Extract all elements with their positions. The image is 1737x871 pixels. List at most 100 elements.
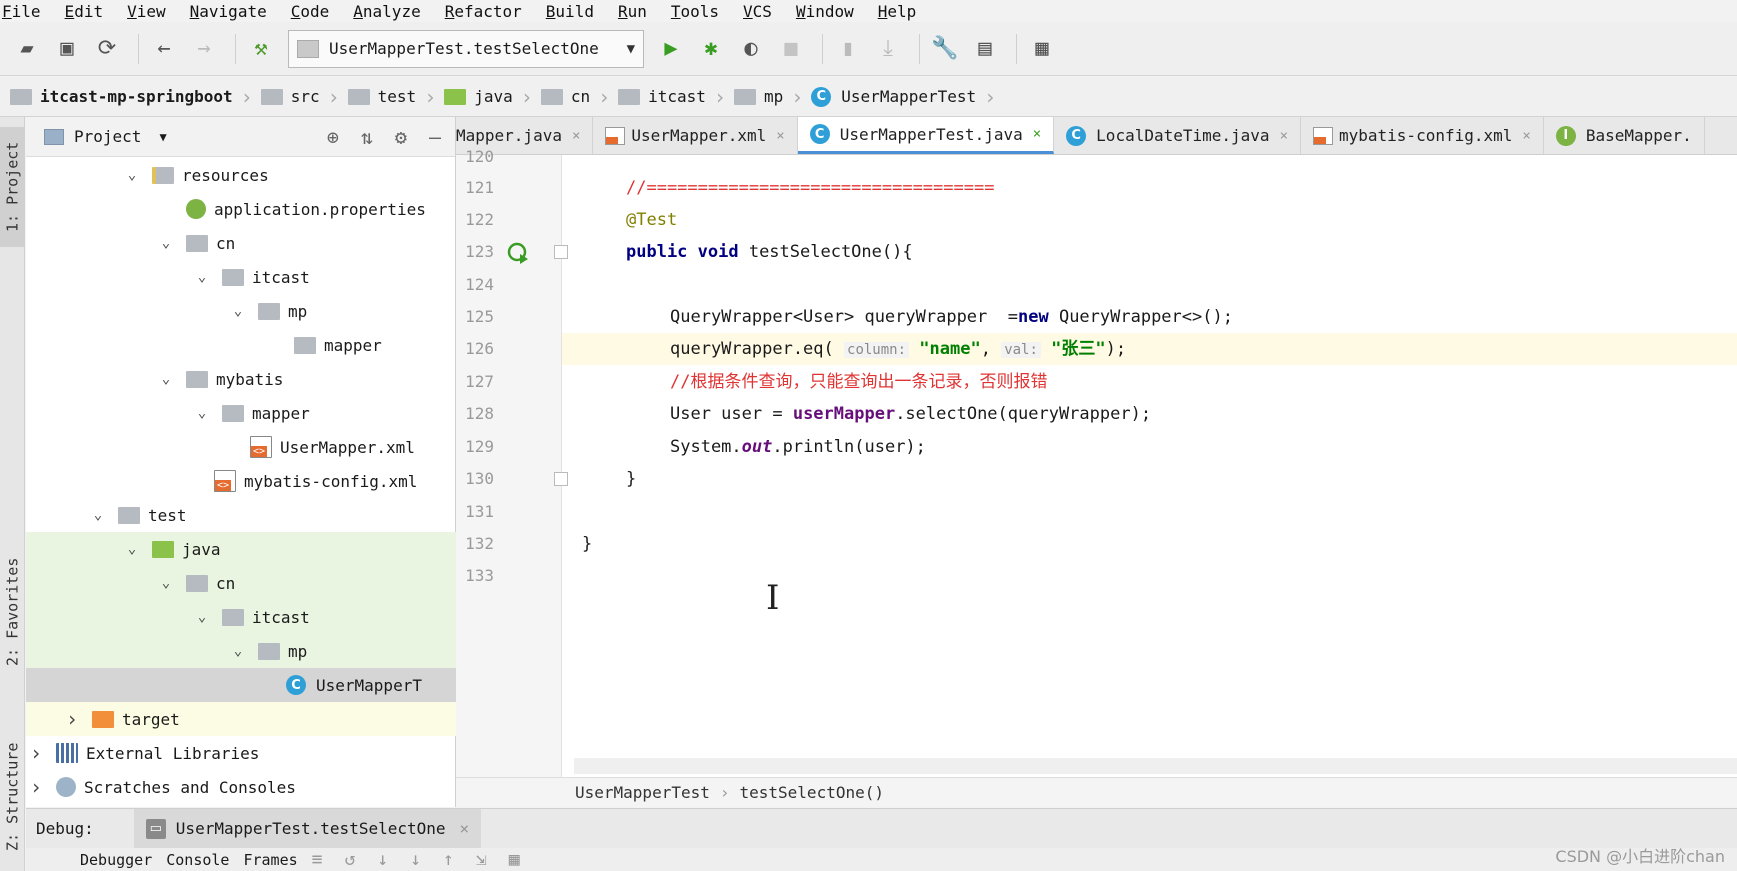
- expand-arrow-icon[interactable]: ⌄: [122, 167, 142, 183]
- horizontal-scrollbar[interactable]: [574, 758, 1737, 774]
- evaluate-icon[interactable]: ▦: [509, 849, 520, 870]
- tree-item-mybatis-config-xml[interactable]: mybatis-config.xml: [26, 464, 456, 498]
- build-hammer-icon[interactable]: ⚒: [244, 32, 278, 66]
- expand-arrow-icon[interactable]: ⌄: [156, 235, 176, 251]
- editor-crumb-class[interactable]: UserMapperTest: [575, 783, 710, 802]
- menu-icon[interactable]: ≡: [312, 849, 323, 870]
- expand-arrow-icon[interactable]: ⌄: [192, 405, 212, 421]
- menu-help[interactable]: Help: [878, 2, 917, 21]
- tab-localdatetime-java[interactable]: C LocalDateTime.java ×: [1054, 117, 1301, 154]
- tree-item-scratches[interactable]: › Scratches and Consoles: [26, 770, 456, 804]
- collapsed-arrow-icon[interactable]: ›: [62, 707, 82, 731]
- sync-icon[interactable]: ⟳: [90, 32, 124, 66]
- tree-item-cn[interactable]: ⌄ cn: [26, 226, 456, 260]
- menu-edit[interactable]: Edit: [65, 2, 104, 21]
- tree-item-mapper[interactable]: mapper: [26, 328, 456, 362]
- tree-item-resources[interactable]: ⌄ resources: [26, 158, 456, 192]
- forward-arrow-icon[interactable]: →: [187, 32, 221, 66]
- expand-arrow-icon[interactable]: ⌄: [122, 541, 142, 557]
- breadcrumb-mp[interactable]: mp ›: [733, 85, 803, 109]
- hide-panel-icon[interactable]: —: [429, 125, 441, 149]
- tab-frames[interactable]: Frames: [243, 851, 297, 869]
- close-icon[interactable]: ×: [1280, 128, 1288, 144]
- tab-console[interactable]: Console: [166, 851, 229, 869]
- open-folder-icon[interactable]: ▰: [10, 32, 44, 66]
- expand-arrow-icon[interactable]: ⌄: [156, 371, 176, 387]
- tree-item-usermapper-xml[interactable]: UserMapper.xml: [26, 430, 456, 464]
- code-editor[interactable]: 120 121 122 123 124 125 126 127 128 129 …: [456, 147, 1737, 777]
- debug-bug-icon[interactable]: ✱: [694, 32, 728, 66]
- run-to-cursor-icon[interactable]: ⇲: [476, 849, 487, 870]
- vcs-update-icon[interactable]: ▮: [831, 32, 865, 66]
- structure-tool-tab[interactable]: Z: Structure: [0, 737, 25, 857]
- close-icon[interactable]: ×: [572, 128, 580, 144]
- close-icon[interactable]: ×: [1522, 128, 1530, 144]
- tree-item-mybatis-mapper[interactable]: ⌄ mapper: [26, 396, 456, 430]
- menu-navigate[interactable]: Navigate: [190, 2, 267, 21]
- expand-arrow-icon[interactable]: ⌄: [88, 507, 108, 523]
- tree-item-external-libraries[interactable]: › External Libraries: [26, 736, 456, 770]
- breadcrumb-itcast[interactable]: itcast ›: [618, 85, 726, 109]
- breadcrumb-class[interactable]: C UserMapperTest ›: [811, 85, 996, 109]
- breadcrumb-src[interactable]: src ›: [260, 85, 340, 109]
- tree-item-mp[interactable]: ⌄ mp: [26, 294, 456, 328]
- close-icon[interactable]: ×: [1033, 126, 1041, 142]
- tree-item-application-properties[interactable]: application.properties: [26, 192, 456, 226]
- sdk-manager-icon[interactable]: ▦: [1025, 32, 1059, 66]
- tab-mybatis-config-xml[interactable]: mybatis-config.xml ×: [1301, 117, 1544, 154]
- coverage-icon[interactable]: ◐: [734, 32, 768, 66]
- project-structure-icon[interactable]: ▤: [968, 32, 1002, 66]
- menu-analyze[interactable]: Analyze: [353, 2, 420, 21]
- expand-arrow-icon[interactable]: ⌄: [192, 269, 212, 285]
- tree-item-test-mp[interactable]: ⌄ mp: [26, 634, 456, 668]
- chevron-down-icon[interactable]: ▼: [159, 130, 166, 144]
- expand-arrow-icon[interactable]: ⌄: [192, 609, 212, 625]
- breadcrumb-java[interactable]: java ›: [444, 85, 533, 109]
- show-execution-point-icon[interactable]: ↺: [345, 849, 356, 870]
- settings-wrench-icon[interactable]: 🔧: [928, 32, 962, 66]
- tree-item-test-cn[interactable]: ⌄ cn: [26, 566, 456, 600]
- tree-item-itcast[interactable]: ⌄ itcast: [26, 260, 456, 294]
- project-view-select[interactable]: Project: [74, 127, 141, 146]
- locate-icon[interactable]: ⊕: [327, 125, 339, 149]
- debug-session-tab[interactable]: ▭ UserMapperTest.testSelectOne ×: [133, 808, 482, 849]
- expand-arrow-icon[interactable]: ⌄: [228, 303, 248, 319]
- menu-file[interactable]: File: [2, 2, 41, 21]
- step-out-icon[interactable]: ↑: [443, 849, 454, 870]
- menu-window[interactable]: Window: [796, 2, 854, 21]
- tree-item-test[interactable]: ⌄ test: [26, 498, 456, 532]
- expand-arrow-icon[interactable]: ⌄: [156, 575, 176, 591]
- tree-item-mybatis[interactable]: ⌄ mybatis: [26, 362, 456, 396]
- menu-vcs[interactable]: VCS: [743, 2, 772, 21]
- vcs-commit-icon[interactable]: ⤓: [871, 32, 905, 66]
- collapse-all-icon[interactable]: ⇅: [361, 125, 373, 149]
- menu-tools[interactable]: Tools: [671, 2, 719, 21]
- tab-debugger[interactable]: Debugger: [80, 851, 152, 869]
- close-icon[interactable]: ×: [776, 128, 784, 144]
- tab-basemapper[interactable]: I BaseMapper.: [1544, 117, 1705, 154]
- back-arrow-icon[interactable]: ←: [147, 32, 181, 66]
- run-test-gutter-icon[interactable]: [506, 241, 530, 265]
- favorites-tool-tab[interactable]: 2: Favorites: [0, 547, 25, 677]
- expand-arrow-icon[interactable]: ⌄: [228, 643, 248, 659]
- tree-item-target[interactable]: › target: [26, 702, 456, 736]
- gear-icon[interactable]: ⚙: [395, 125, 407, 149]
- breadcrumb-project[interactable]: itcast-mp-springboot ›: [10, 85, 253, 109]
- save-icon[interactable]: ▣: [50, 32, 84, 66]
- collapsed-arrow-icon[interactable]: ›: [26, 741, 46, 765]
- tree-item-test-java[interactable]: ⌄ java: [26, 532, 456, 566]
- tree-item-test-itcast[interactable]: ⌄ itcast: [26, 600, 456, 634]
- collapsed-arrow-icon[interactable]: ›: [26, 775, 46, 799]
- stop-icon[interactable]: ■: [774, 32, 808, 66]
- tree-item-usermappertest[interactable]: C UserMapperT: [26, 668, 456, 702]
- menu-view[interactable]: View: [127, 2, 166, 21]
- run-configuration-select[interactable]: UserMapperTest.testSelectOne ▼: [288, 29, 644, 68]
- tab-usermappertest-java[interactable]: C UserMapperTest.java ×: [797, 117, 1055, 154]
- editor-crumb-method[interactable]: testSelectOne(): [740, 783, 885, 802]
- menu-build[interactable]: Build: [546, 2, 594, 21]
- close-icon[interactable]: ×: [460, 819, 470, 838]
- breadcrumb-cn[interactable]: cn ›: [540, 85, 610, 109]
- tab-usermapper-xml[interactable]: UserMapper.xml ×: [593, 117, 798, 154]
- run-icon[interactable]: ▶: [654, 32, 688, 66]
- menu-run[interactable]: Run: [618, 2, 647, 21]
